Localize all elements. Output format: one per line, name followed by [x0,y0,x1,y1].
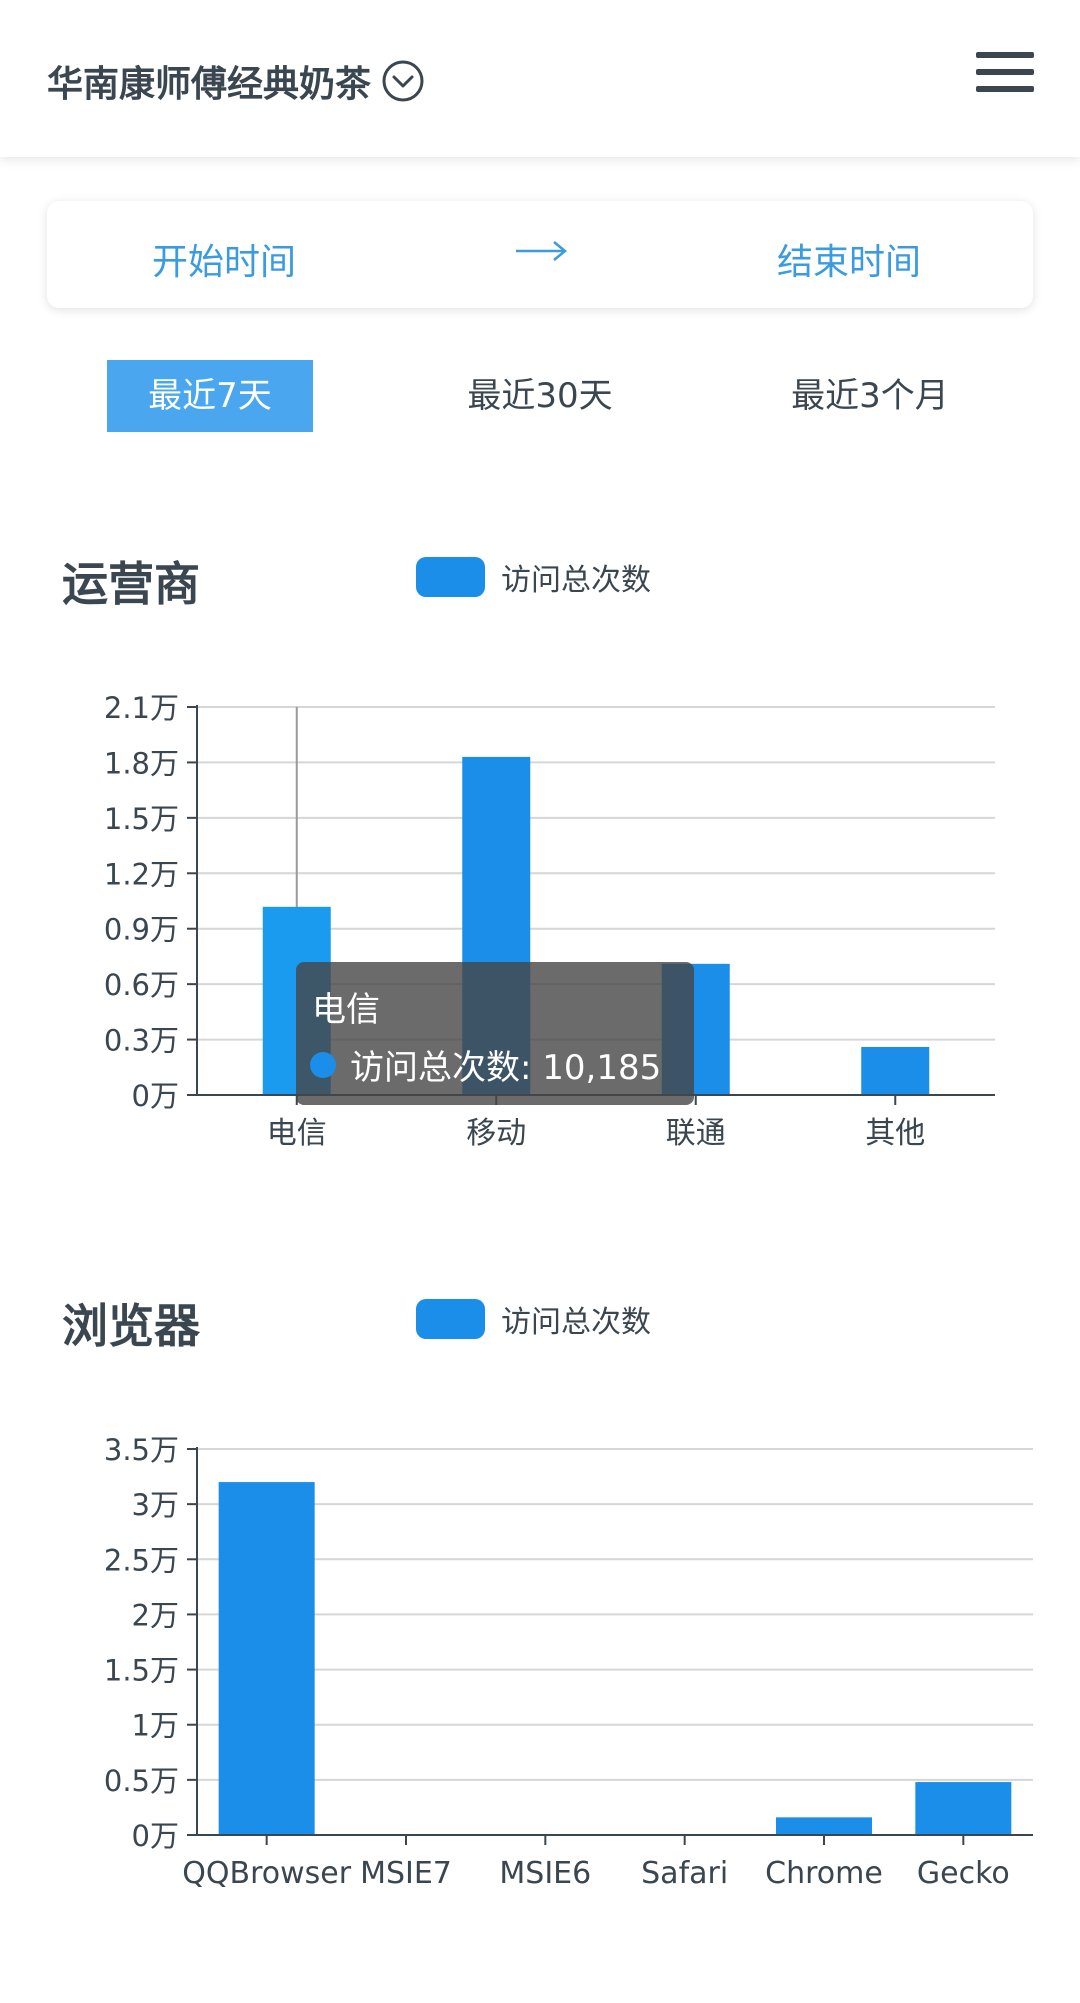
y-tick-label: 0.5万 [104,1764,179,1798]
date-range-picker: 开始时间 结束时间 [47,201,1033,308]
tooltip-value: 访问总次数: 10,185 [350,1048,662,1088]
x-tick-label: MSIE7 [360,1856,452,1891]
y-tick-label: 1.5万 [104,1654,179,1688]
store-selector[interactable]: 华南康师傅经典奶茶 [47,55,425,107]
legend-swatch [416,1299,485,1339]
browser-bar-chart: 0万 0.5万 1万 1.5万 2万 2.5万 3万 3.5万 QQBrowser MSIE7 MS… [104,1433,1033,1891]
y-tick-label: 2.5万 [104,1543,179,1577]
y-tick-label: 1.2万 [104,857,179,891]
tab-last-7-days[interactable]: 最近7天 [107,360,313,432]
y-tick-label: 3万 [132,1488,179,1522]
y-tick-label: 1.8万 [104,746,179,780]
legend-label: 访问总次数 [501,563,651,598]
x-tick-label: QQBrowser [182,1856,351,1891]
x-tick-label: 联通 [666,1116,726,1151]
tooltip-series-dot [310,1051,336,1078]
chart-tooltip: 电信 访问总次数: 10,185 [296,962,694,1105]
arrow-right-icon [516,241,567,261]
y-tick-label: 0.3万 [104,1024,179,1058]
x-tick-label: 其他 [865,1116,925,1151]
y-tick-label: 1万 [132,1709,179,1743]
carrier-section-title: 运营商 [62,557,200,611]
tab-last-30-days[interactable]: 最近30天 [440,360,640,432]
x-tick-label: Gecko [917,1856,1010,1891]
y-tick-label: 0.6万 [104,968,179,1002]
x-tick-label: MSIE6 [499,1856,591,1891]
y-tick-label: 0.9万 [104,913,179,947]
app-header: 华南康师傅经典奶茶 [0,0,1080,157]
x-tick-label: 电信 [267,1116,327,1151]
x-tick-label: Chrome [765,1856,883,1891]
browser-section-title: 浏览器 [62,1299,200,1353]
end-time-field[interactable]: 结束时间 [777,233,921,285]
bar [861,1046,930,1095]
y-tick-label: 0万 [132,1079,179,1113]
bar [218,1482,315,1835]
y-tick-label: 2万 [132,1598,179,1632]
x-tick-label: 移动 [466,1116,526,1151]
y-tick-label: 2.1万 [104,691,179,725]
bar [776,1817,872,1835]
tab-last-3-months[interactable]: 最近3个月 [770,360,970,432]
tooltip-title: 电信 [312,990,380,1030]
legend-swatch [416,557,485,597]
y-tick-label: 1.5万 [104,802,179,836]
hamburger-menu-icon[interactable] [976,52,1034,92]
y-tick-label: 3.5万 [104,1433,179,1467]
x-tick-label: Safari [641,1856,728,1891]
legend-label: 访问总次数 [501,1305,651,1340]
bar [915,1782,1012,1835]
range-tabs: 最近7天 最近30天 最近3个月 [0,360,1080,432]
browser-legend[interactable]: 访问总次数 [416,1297,651,1341]
tooltip-row: 访问总次数: 10,185 [310,1040,661,1089]
start-time-field[interactable]: 开始时间 [152,233,296,285]
store-name: 华南康师傅经典奶茶 [47,64,372,105]
carrier-legend[interactable]: 访问总次数 [416,555,651,599]
y-tick-label: 0万 [132,1819,179,1853]
chevron-down-circle-icon[interactable] [381,59,425,103]
